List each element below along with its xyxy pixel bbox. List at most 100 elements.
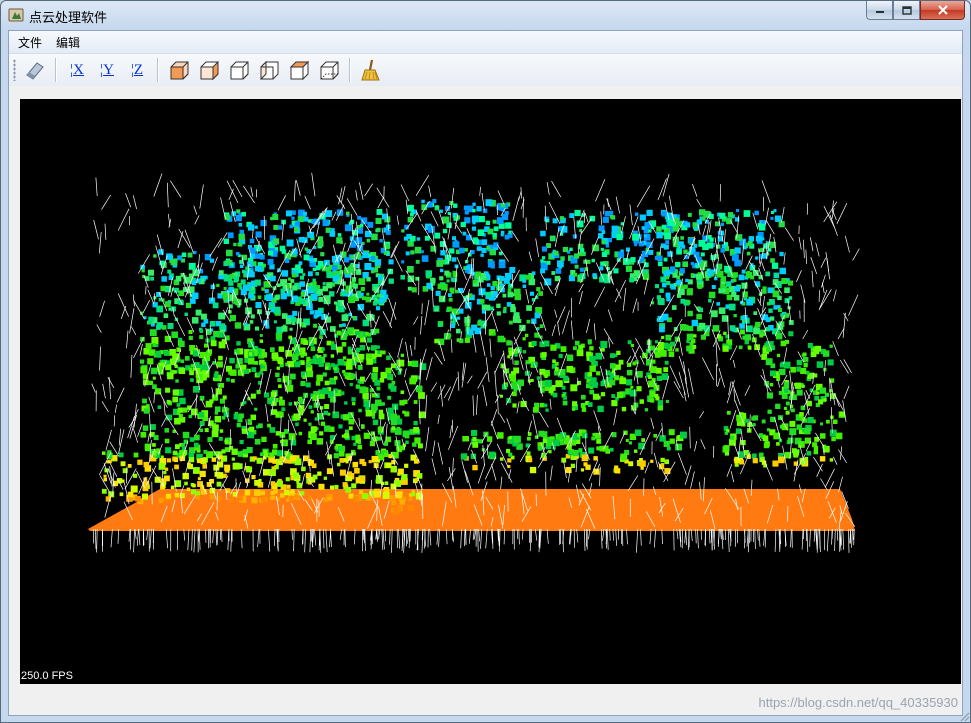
cloud-point: [189, 345, 196, 351]
cloud-point: [539, 368, 546, 375]
normal-line: [626, 355, 632, 364]
cloud-point: [401, 260, 405, 264]
cloud-point: [344, 433, 350, 439]
cloud-point: [219, 429, 224, 433]
cloud-point: [310, 433, 317, 440]
normal-line: [280, 416, 282, 434]
cloud-point: [341, 314, 349, 322]
cloud-point: [277, 283, 281, 288]
normal-line: [484, 456, 497, 480]
cloud-point: [164, 428, 169, 433]
cloud-point: [310, 285, 317, 292]
cloud-point: [374, 259, 382, 266]
view-back-button[interactable]: [196, 57, 222, 83]
normal-line: [802, 329, 809, 340]
view-z-button[interactable]: ¦Z: [124, 57, 150, 83]
normal-line: [265, 404, 269, 423]
cloud-point: [770, 216, 774, 220]
cloud-point: [506, 302, 512, 307]
normal-line: [151, 468, 164, 487]
cloud-point: [314, 417, 319, 421]
cloud-point: [731, 291, 737, 297]
cloud-point: [552, 392, 558, 398]
cloud-point: [724, 431, 728, 435]
cloud-point: [224, 439, 229, 444]
eraser-button[interactable]: [22, 57, 48, 83]
cloud-point: [589, 389, 595, 395]
cloud-point: [251, 475, 256, 480]
normal-line: [557, 321, 560, 336]
cloud-point: [663, 367, 669, 372]
cloud-point: [770, 316, 775, 321]
toolbar-grip[interactable]: [13, 59, 16, 81]
cloud-point: [487, 260, 495, 268]
normal-line: [584, 212, 589, 223]
cloud-point: [611, 225, 619, 233]
cloud-point: [801, 384, 805, 388]
normal-line: [105, 429, 112, 451]
cloud-point: [686, 289, 693, 296]
cloud-point: [593, 456, 598, 461]
view-front-button[interactable]: [166, 57, 192, 83]
cloud-point: [459, 247, 465, 254]
cloud-point: [798, 441, 805, 448]
minimize-button[interactable]: [866, 1, 893, 20]
cloud-point: [376, 209, 383, 215]
cloud-point: [418, 392, 425, 399]
point-cloud-viewport[interactable]: 250.0 FPS: [20, 99, 961, 684]
maximize-button[interactable]: [893, 1, 920, 20]
resize-grip-icon[interactable]: [958, 710, 970, 722]
normal-line: [126, 466, 128, 484]
view-left-button[interactable]: [226, 57, 252, 83]
cloud-point: [572, 401, 578, 407]
cloud-point: [767, 409, 772, 414]
cloud-point: [204, 428, 209, 433]
cloud-point: [228, 280, 234, 286]
cloud-point: [249, 320, 254, 324]
point-cloud-points: [88, 199, 855, 531]
cloud-point: [207, 349, 213, 355]
close-button[interactable]: [920, 1, 965, 20]
cloud-point: [215, 388, 222, 395]
view-x-button[interactable]: ¦X: [64, 57, 90, 83]
cloud-point: [784, 313, 790, 318]
clear-button[interactable]: [358, 57, 384, 83]
cloud-point: [214, 471, 220, 477]
normal-line: [139, 344, 143, 356]
cloud-point: [299, 281, 305, 287]
cloud-point: [543, 340, 550, 347]
menu-edit[interactable]: 编辑: [49, 32, 87, 53]
view-right-button[interactable]: [256, 57, 282, 83]
cloud-point: [191, 280, 197, 286]
cloud-point: [324, 380, 330, 386]
cloud-point: [140, 359, 145, 364]
cloud-point: [189, 298, 196, 304]
menu-file[interactable]: 文件: [11, 32, 49, 53]
cloud-point: [407, 505, 414, 512]
cloud-point: [410, 250, 415, 255]
normal-line: [765, 220, 775, 235]
broom-icon: [361, 59, 380, 81]
view-bottom-button[interactable]: [316, 57, 342, 83]
title-bar[interactable]: 点云处理软件: [1, 1, 970, 30]
cloud-point: [635, 212, 639, 216]
cloud-point: [365, 296, 372, 303]
normal-line: [438, 528, 440, 547]
cloud-point: [829, 344, 833, 348]
cloud-point: [671, 305, 677, 310]
normal-line: [197, 254, 200, 272]
normal-line: [640, 528, 642, 546]
cloud-point: [327, 497, 331, 501]
cloud-point: [800, 367, 807, 374]
view-top-button[interactable]: [286, 57, 312, 83]
cloud-point: [532, 407, 539, 413]
view-y-button[interactable]: ¦Y: [94, 57, 120, 83]
cloud-point: [330, 354, 335, 358]
cloud-point: [354, 297, 359, 301]
cloud-point: [182, 431, 190, 439]
cloud-point: [519, 324, 526, 332]
normal-line: [107, 377, 115, 388]
cloud-point: [700, 252, 705, 257]
cloud-point: [446, 279, 450, 283]
cloud-point: [726, 410, 731, 415]
